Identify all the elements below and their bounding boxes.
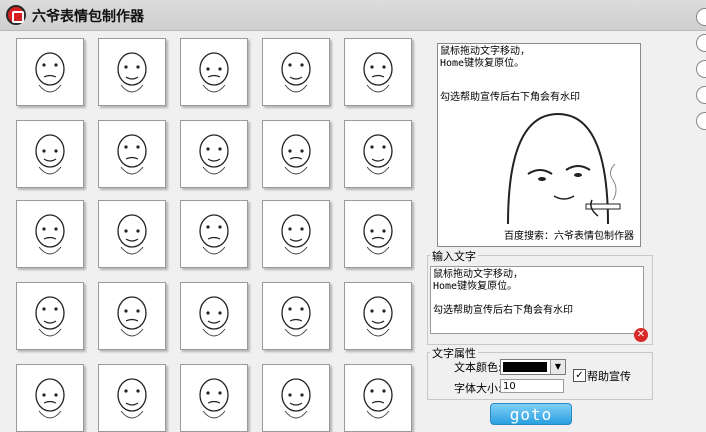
- input-text-label: 输入文字: [430, 248, 478, 264]
- meme-thumbnail[interactable]: [344, 38, 412, 106]
- meme-face-icon: [199, 214, 229, 255]
- meme-face-icon: [35, 296, 65, 337]
- meme-face-icon: [281, 134, 311, 175]
- meme-face-icon: [363, 296, 393, 337]
- meme-face-icon: [199, 52, 229, 93]
- help-promote-label: 帮助宣传: [587, 370, 631, 383]
- meme-thumbnail[interactable]: [98, 120, 166, 188]
- meme-thumbnail[interactable]: [344, 200, 412, 268]
- meme-thumbnail[interactable]: [98, 282, 166, 350]
- meme-face-icon: [363, 134, 393, 175]
- meme-face-icon: [281, 214, 311, 255]
- meme-thumbnail[interactable]: [180, 120, 248, 188]
- meme-face-icon: [281, 296, 311, 337]
- meme-thumbnail[interactable]: [16, 282, 84, 350]
- text-color-select[interactable]: ▼: [500, 359, 566, 375]
- meme-thumbnail[interactable]: [344, 364, 412, 432]
- meme-thumbnail[interactable]: [344, 282, 412, 350]
- side-tab-icon[interactable]: [696, 60, 706, 78]
- meme-face-icon: [117, 134, 147, 175]
- side-tab-icon[interactable]: [696, 112, 706, 130]
- meme-face-icon: [117, 296, 147, 337]
- preview-text-line3: 勾选帮助宣传后右下角会有水印: [440, 92, 580, 103]
- help-promote-checkbox[interactable]: ✓: [573, 369, 586, 382]
- font-size-label: 字体大小:: [454, 382, 502, 395]
- side-tab-icon[interactable]: [696, 34, 706, 52]
- meme-thumbnail[interactable]: [262, 200, 330, 268]
- text-input[interactable]: 鼠标拖动文字移动， Home键恢复原位。 勾选帮助宣传后右下角会有水印: [430, 266, 644, 334]
- app-logo-icon: [6, 5, 26, 25]
- meme-face-icon: [363, 378, 393, 419]
- meme-face-icon: [35, 134, 65, 175]
- window-title: 六爷表情包制作器: [32, 9, 144, 25]
- meme-face-icon: [281, 378, 311, 419]
- meme-face-icon: [35, 378, 65, 419]
- meme-thumbnail[interactable]: [262, 364, 330, 432]
- meme-thumbnail[interactable]: [180, 282, 248, 350]
- text-color-label: 文本颜色:: [454, 361, 502, 374]
- meme-face-icon: [117, 214, 147, 255]
- chevron-down-icon[interactable]: ▼: [550, 360, 565, 374]
- title-bar: 六爷表情包制作器: [0, 0, 706, 31]
- color-swatch: [503, 362, 547, 372]
- meme-thumbnail-grid: [16, 38, 416, 432]
- font-size-input[interactable]: [500, 379, 564, 393]
- meme-thumbnail[interactable]: [180, 364, 248, 432]
- meme-face-icon: [363, 214, 393, 255]
- meme-face-icon: [117, 378, 147, 419]
- meme-thumbnail[interactable]: [262, 120, 330, 188]
- meme-face-icon: [199, 378, 229, 419]
- meme-face-icon: [117, 52, 147, 93]
- meme-thumbnail[interactable]: [16, 200, 84, 268]
- meme-thumbnail[interactable]: [262, 38, 330, 106]
- meme-face-icon: [35, 52, 65, 93]
- meme-face-icon: [363, 52, 393, 93]
- preview-canvas[interactable]: 鼠标拖动文字移动， Home键恢复原位。 勾选帮助宣传后右下角会有水印 百度搜索…: [437, 43, 641, 247]
- meme-thumbnail[interactable]: [16, 120, 84, 188]
- meme-thumbnail[interactable]: [180, 200, 248, 268]
- meme-thumbnail[interactable]: [180, 38, 248, 106]
- meme-face-icon: [199, 134, 229, 175]
- meme-thumbnail[interactable]: [98, 364, 166, 432]
- clear-icon[interactable]: ✕: [634, 328, 648, 342]
- meme-thumbnail[interactable]: [16, 364, 84, 432]
- meme-thumbnail[interactable]: [16, 38, 84, 106]
- goto-button[interactable]: goto: [490, 403, 572, 425]
- preview-text-line1[interactable]: 鼠标拖动文字移动， Home键恢复原位。: [440, 46, 530, 70]
- meme-thumbnail[interactable]: [344, 120, 412, 188]
- meme-thumbnail[interactable]: [98, 200, 166, 268]
- meme-face-icon: [35, 214, 65, 255]
- side-tab-icon[interactable]: [696, 86, 706, 104]
- preview-meme-face: [507, 112, 621, 224]
- meme-thumbnail[interactable]: [262, 282, 330, 350]
- watermark-text: 百度搜索：六爷表情包制作器: [504, 231, 634, 242]
- meme-face-icon: [281, 52, 311, 93]
- meme-face-icon: [199, 296, 229, 337]
- meme-thumbnail[interactable]: [98, 38, 166, 106]
